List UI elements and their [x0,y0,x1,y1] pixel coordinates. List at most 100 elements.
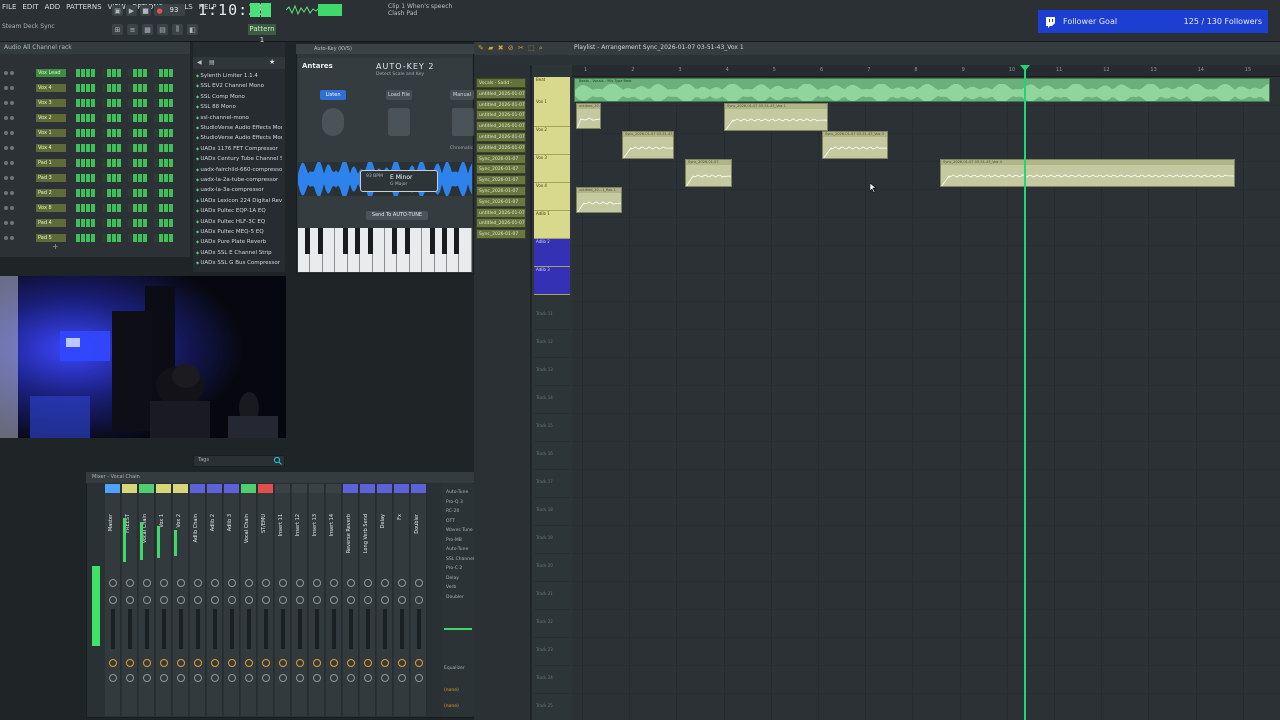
browser-item[interactable]: uadx-la-3a-compressor [196,187,282,193]
empty-track-header[interactable]: Track 18 [534,498,570,526]
send-knob[interactable] [211,659,219,667]
tempo-display[interactable]: 93 [163,4,185,16]
pattern-item[interactable]: untitled_2026-01-07 [476,110,526,121]
step-button[interactable] [91,233,95,242]
channel-led-icon[interactable] [4,220,8,225]
step-button[interactable] [159,98,163,107]
browser-item[interactable]: StudioVerse Audio Effects Mono [196,125,282,131]
step-button[interactable] [102,68,106,77]
step-button[interactable] [91,158,95,167]
pattern-item[interactable]: Sync_2026-01-07 [476,164,526,175]
channel-name[interactable]: Pad 5 [36,233,66,242]
step-button[interactable] [112,143,116,152]
playlist-icon[interactable]: ≡ [127,24,138,35]
empty-track-header[interactable]: Track 11 [534,302,570,330]
step-button[interactable] [143,68,147,77]
mixer-strip[interactable]: Vocal Chain [241,484,257,716]
browser-item[interactable]: UADx SSL G Bus Compressor [196,260,282,266]
track-header[interactable]: Adlib 3 [534,267,570,295]
channel-name[interactable]: Vox Lead [36,68,66,77]
mixer-strip[interactable]: Insert 12 [292,484,308,716]
send-to-autotune-button[interactable]: Send To AUTO-TUNE [366,211,428,220]
step-button[interactable] [143,173,147,182]
pan-knob[interactable] [245,579,253,587]
mixer-strip[interactable]: Vox 1 [156,484,172,716]
piano-white-key[interactable] [347,228,364,272]
insert-slot[interactable]: Pro-C 2 [446,566,462,571]
piano-white-key[interactable] [397,228,413,272]
step-button[interactable] [112,83,116,92]
step-button[interactable] [164,173,168,182]
send-knob[interactable] [126,659,134,667]
step-button[interactable] [107,68,111,77]
channel-mute-icon[interactable] [10,190,14,195]
step-button[interactable] [164,113,168,122]
browser-view-icon[interactable]: ▤ [209,59,215,66]
stereo-knob[interactable] [381,674,389,682]
pattern-item[interactable]: untitled_2026-01-07 [476,88,526,99]
insert-slot[interactable]: Pro-Q 3 [446,500,463,505]
step-button[interactable] [112,173,116,182]
channel-row[interactable]: Pad 3 [4,173,184,182]
step-button[interactable] [76,83,80,92]
step-button[interactable] [133,113,137,122]
pan-knob[interactable] [194,579,202,587]
step-button[interactable] [159,143,163,152]
piano-white-key[interactable] [459,228,472,272]
pattern-song-toggle-icon[interactable]: ▣ [112,5,123,16]
step-button[interactable] [159,233,163,242]
send-knob[interactable] [109,659,117,667]
step-button[interactable] [154,188,158,197]
pattern-item[interactable]: Sync_2026-01-07 [476,229,526,240]
volume-fader[interactable] [111,609,115,649]
volume-knob[interactable] [330,596,338,604]
output-slot-1[interactable]: (none) [444,688,459,693]
pan-knob[interactable] [279,579,287,587]
step-button[interactable] [143,143,147,152]
empty-track-header[interactable]: Track 20 [534,554,570,582]
channel-led-icon[interactable] [4,175,8,180]
step-button[interactable] [81,98,85,107]
step-button[interactable] [76,218,80,227]
audio-clip[interactable]: Sync_2026-01-07 03-51-43_Vox 3 [822,131,888,159]
send-knob[interactable] [364,659,372,667]
step-button[interactable] [102,158,106,167]
channel-row[interactable]: Vox 2 [4,113,184,122]
pattern-item[interactable]: Sync_2026-01-07 [476,186,526,196]
browser-star-icon[interactable]: ★ [269,58,275,66]
step-button[interactable] [169,203,173,212]
step-button[interactable] [133,98,137,107]
pan-knob[interactable] [177,579,185,587]
step-button[interactable] [81,188,85,197]
step-button[interactable] [154,203,158,212]
stereo-knob[interactable] [313,674,321,682]
step-button[interactable] [102,173,106,182]
pattern-item[interactable]: Vocals - Sadd - Rapp [476,78,526,88]
pattern-item[interactable]: untitled_2026-01-07 [476,207,526,218]
insert-slot[interactable]: OTT [446,519,455,524]
step-button[interactable] [81,158,85,167]
piano-white-key[interactable] [409,228,423,272]
step-button[interactable] [102,83,106,92]
browser-item[interactable]: SSL Comp Mono [196,94,282,100]
browser-item[interactable]: UADx Pultec MEQ-5 EQ [196,229,282,235]
mixer-strip[interactable]: Fx [394,484,410,716]
step-button[interactable] [117,98,121,107]
step-button[interactable] [117,173,121,182]
mixer-strip[interactable]: Reverse Reverb [343,484,359,716]
browser-item[interactable]: UADx Century Tube Channel Strip [196,156,282,162]
step-button[interactable] [169,128,173,137]
empty-track-header[interactable]: Track 21 [534,582,570,610]
snap-icon[interactable]: ⊞ [112,24,123,35]
browser-item[interactable]: UADx SSL E Channel Strip [196,250,282,256]
channel-name[interactable]: Vox 3 [36,98,66,107]
mixer-strip[interactable]: FREEST [122,484,138,716]
step-button[interactable] [81,128,85,137]
step-button[interactable] [164,203,168,212]
browser-item[interactable]: SSL EV2 Channel Mono [196,83,282,89]
step-button[interactable] [86,113,90,122]
channel-name[interactable]: Vox 4 [36,83,66,92]
step-button[interactable] [102,143,106,152]
play-icon[interactable]: ▶ [126,5,137,16]
step-button[interactable] [169,218,173,227]
